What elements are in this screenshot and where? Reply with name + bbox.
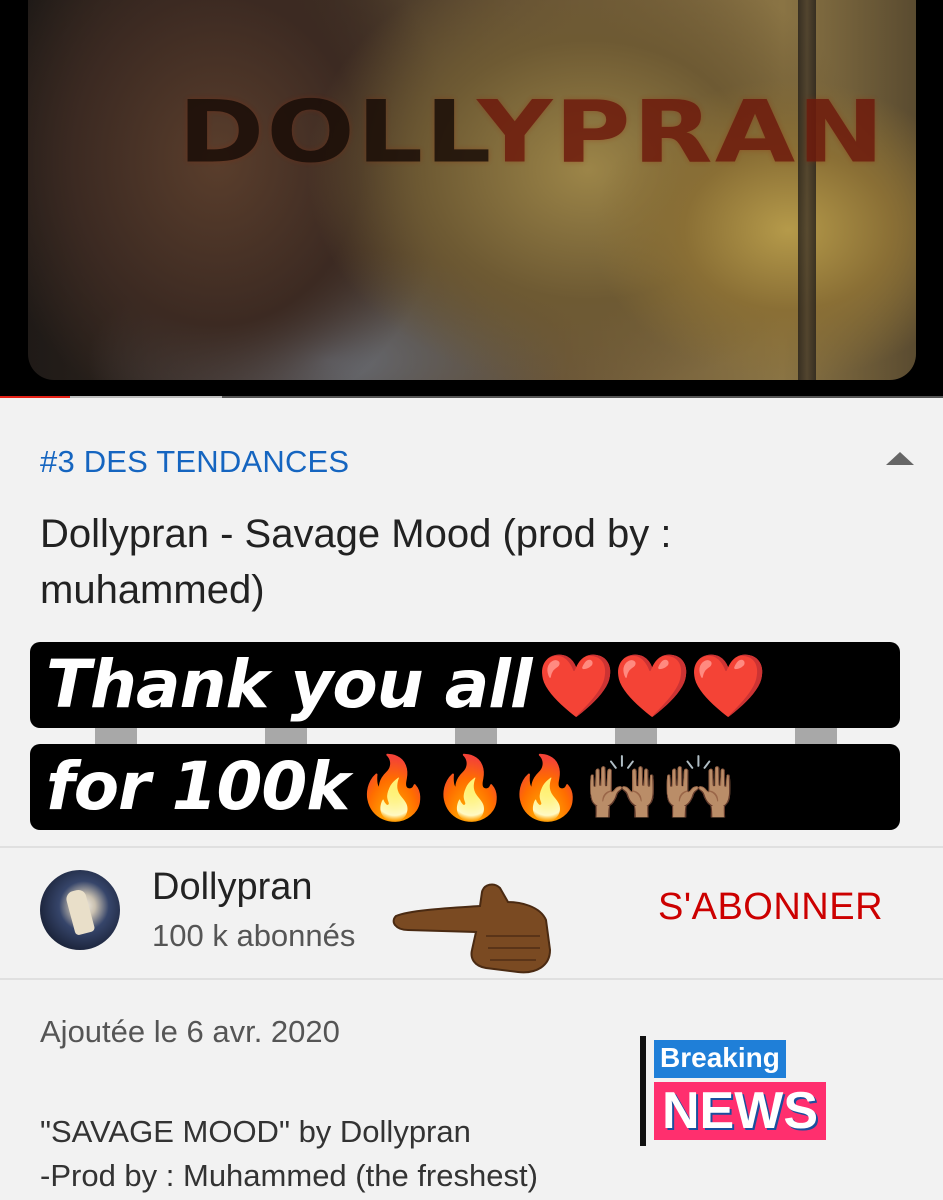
video-progress-bar[interactable] [0, 396, 943, 398]
hearts-emoji: ❤️❤️❤️ [537, 649, 768, 722]
channel-name[interactable]: Dollypran [152, 866, 313, 909]
caption-text: Thank you all [46, 646, 533, 723]
upload-date: Ajoutée le 6 avr. 2020 [40, 1014, 340, 1049]
video-frame: DOLLYPRAN [28, 0, 916, 380]
progress-played [0, 396, 70, 398]
caption-text: for 100k [46, 748, 350, 825]
description-line: -Prod by : Muhammed (the freshest) [40, 1158, 538, 1193]
chevron-up-icon[interactable] [886, 452, 914, 465]
story-caption-line-2: for 100k🔥🔥🔥🙌🏽🙌🏽 [30, 744, 900, 830]
video-overlay-title: DOLLYPRAN [178, 82, 887, 183]
avatar-figure [64, 888, 96, 936]
pointing-hand-icon [392, 883, 552, 974]
divider [0, 846, 943, 848]
sticker-bar [640, 1036, 646, 1146]
sticker-breaking: Breaking [654, 1040, 786, 1078]
video-description: "SAVAGE MOOD" by Dollypran -Prod by : Mu… [40, 1110, 538, 1198]
trending-label[interactable]: #3 DES TENDANCES [40, 444, 349, 480]
sticker-news: NEWS [654, 1082, 826, 1140]
breaking-news-sticker: Breaking NEWS [640, 1036, 850, 1146]
story-caption-line-1: Thank you all❤️❤️❤️ [30, 642, 900, 728]
subscribe-button[interactable]: S'ABONNER [658, 886, 883, 929]
video-player[interactable]: DOLLYPRAN [0, 0, 943, 398]
fire-hands-emoji: 🔥🔥🔥🙌🏽🙌🏽 [355, 751, 737, 824]
divider [0, 978, 943, 980]
channel-avatar[interactable] [40, 870, 120, 950]
description-line: "SAVAGE MOOD" by Dollypran [40, 1114, 471, 1149]
video-background-pole [798, 0, 816, 380]
subscriber-count: 100 k abonnés [152, 918, 356, 953]
video-title: Dollypran - Savage Mood (prod by : muham… [40, 512, 672, 612]
